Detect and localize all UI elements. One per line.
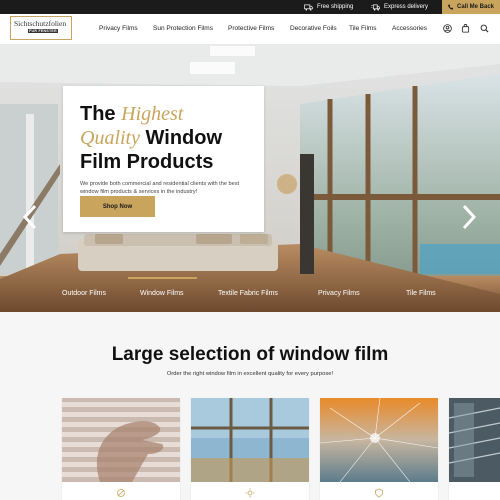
hero-card: The Highest Quality Window Film Products… — [63, 86, 264, 232]
truck-icon — [304, 4, 313, 10]
nav-accessories[interactable]: Accessories — [392, 25, 427, 32]
logo-text: Sichtschutzfolien — [14, 19, 67, 28]
phone-icon — [447, 4, 454, 10]
product-card-protective[interactable] — [320, 398, 438, 500]
category-textile-fabric-films[interactable]: Textile Fabric Films — [218, 290, 278, 297]
express-delivery-info: Express delivery — [371, 0, 428, 14]
product-card-privacy[interactable] — [62, 398, 180, 500]
arrow-left-icon[interactable] — [22, 204, 38, 230]
free-shipping-label: Free shipping — [317, 4, 354, 10]
cart-icon[interactable] — [461, 24, 470, 33]
shop-now-button[interactable]: Shop Now — [80, 196, 155, 217]
search-icon[interactable] — [480, 24, 489, 33]
section-title: Large selection of window film — [111, 344, 389, 365]
nav-tile-films[interactable]: Tile Films — [349, 25, 377, 32]
window-film-selection: Large selection of window film Order the… — [0, 312, 500, 500]
category-outdoor-films[interactable]: Outdoor Films — [62, 290, 106, 297]
section-subtitle: Order the right window film in excellent… — [166, 371, 334, 377]
arrow-right-icon[interactable] — [461, 204, 477, 230]
sun-protection-film-image — [191, 398, 309, 482]
call-me-back-label: Call Me Back — [456, 4, 495, 10]
delivery-icon — [371, 4, 380, 10]
nav-protective-films[interactable]: Protective Films — [228, 25, 274, 32]
product-card-sun-protection[interactable] — [191, 398, 309, 500]
user-icon[interactable] — [443, 24, 452, 33]
hero-description: We provide both commercial and residenti… — [80, 181, 240, 195]
decorative-film-image — [449, 398, 500, 482]
express-delivery-label: Express delivery — [384, 4, 429, 10]
hero-title-part1: The — [80, 103, 122, 125]
free-shipping-info: Free shipping — [304, 0, 353, 14]
top-bar: Free shipping Express delivery Call Me B… — [0, 0, 500, 14]
hero-banner: The Highest Quality Window Film Products… — [0, 44, 500, 312]
product-card-decorative[interactable] — [449, 398, 500, 500]
privacy-film-image — [62, 398, 180, 482]
nav-sun-protection-films[interactable]: Sun Protection Films — [153, 25, 213, 32]
protective-film-image — [320, 398, 438, 482]
active-category-indicator — [128, 277, 197, 279]
nav-privacy-films[interactable]: Privacy Films — [99, 25, 138, 32]
hero-title: The Highest Quality Window Film Products — [80, 102, 247, 174]
category-window-films[interactable]: Window Films — [140, 290, 184, 297]
category-privacy-films[interactable]: Privacy Films — [318, 290, 360, 297]
shield-icon — [375, 488, 383, 498]
call-me-back-button[interactable]: Call Me Back — [442, 0, 500, 14]
logo[interactable]: Sichtschutzfolien FÜR FENSTER — [10, 16, 72, 40]
category-tile-films[interactable]: Tile Films — [406, 290, 436, 297]
sun-icon — [245, 488, 255, 498]
site-header: Sichtschutzfolien FÜR FENSTER Privacy Fi… — [0, 14, 500, 44]
privacy-icon — [117, 489, 125, 497]
nav-decorative-foils[interactable]: Decorative Foils — [290, 25, 337, 32]
logo-subtext: FÜR FENSTER — [28, 29, 58, 33]
